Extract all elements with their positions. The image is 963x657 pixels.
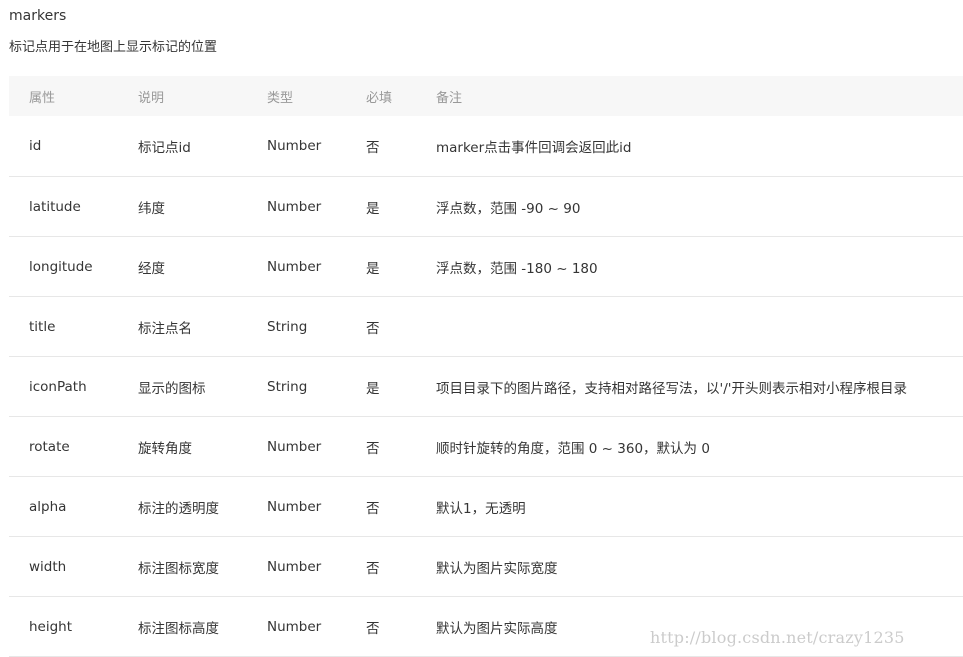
cell-attribute: alpha — [9, 476, 118, 537]
cell-type: String — [247, 296, 346, 357]
section-description: 标记点用于在地图上显示标记的位置 — [9, 40, 218, 55]
cell-required: 否 — [346, 476, 416, 537]
table-row: longitude 经度 Number 是 浮点数，范围 -180 ~ 180 — [9, 236, 963, 297]
cell-type: Number — [247, 116, 346, 177]
cell-description: 标注图标宽度 — [118, 536, 247, 597]
header-required: 必填 — [366, 90, 393, 106]
cell-required: 是 — [346, 236, 416, 297]
cell-description: 标注点名 — [118, 296, 247, 357]
cell-attribute: width — [9, 536, 118, 597]
cell-required: 是 — [346, 176, 416, 237]
table-header-row: 属性 说明 类型 必填 备注 — [9, 76, 963, 116]
table-row: title 标注点名 String 否 — [9, 296, 963, 357]
cell-type: Number — [247, 416, 346, 477]
cell-type: Number — [247, 536, 346, 597]
cell-remarks: 浮点数，范围 -90 ~ 90 — [416, 176, 963, 237]
table-row: width 标注图标宽度 Number 否 默认为图片实际宽度 — [9, 536, 963, 597]
table-row: alpha 标注的透明度 Number 否 默认1，无透明 — [9, 476, 963, 537]
cell-description: 经度 — [118, 236, 247, 297]
cell-attribute: rotate — [9, 416, 118, 477]
cell-attribute: longitude — [9, 236, 118, 297]
cell-attribute: id — [9, 116, 118, 177]
cell-remarks: 默认为图片实际高度 — [416, 596, 963, 657]
cell-remarks: marker点击事件回调会返回此id — [416, 116, 963, 177]
cell-type: String — [247, 356, 346, 417]
cell-attribute: iconPath — [9, 356, 118, 417]
cell-type: Number — [247, 596, 346, 657]
table-row: iconPath 显示的图标 String 是 项目目录下的图片路径，支持相对路… — [9, 356, 963, 417]
cell-remarks: 默认为图片实际宽度 — [416, 536, 963, 597]
cell-description: 旋转角度 — [118, 416, 247, 477]
header-remarks: 备注 — [436, 90, 463, 106]
cell-description: 纬度 — [118, 176, 247, 237]
header-type: 类型 — [267, 90, 294, 106]
watermark: http://blog.csdn.net/crazy1235 — [650, 628, 905, 647]
properties-table: 属性 说明 类型 必填 备注 id 标记点id Number 否 marker点… — [9, 76, 963, 657]
cell-description: 显示的图标 — [118, 356, 247, 417]
cell-required: 是 — [346, 356, 416, 417]
table-row: height 标注图标高度 Number 否 默认为图片实际高度 — [9, 596, 963, 657]
cell-attribute: latitude — [9, 176, 118, 237]
cell-remarks: 顺时针旋转的角度，范围 0 ~ 360，默认为 0 — [416, 416, 963, 477]
cell-remarks: 浮点数，范围 -180 ~ 180 — [416, 236, 963, 297]
cell-description: 标注图标高度 — [118, 596, 247, 657]
cell-required: 否 — [346, 116, 416, 177]
cell-remarks: 默认1，无透明 — [416, 476, 963, 537]
section-title: markers — [9, 8, 67, 24]
cell-attribute: title — [9, 296, 118, 357]
cell-type: Number — [247, 476, 346, 537]
cell-remarks — [416, 296, 963, 357]
cell-description: 标注的透明度 — [118, 476, 247, 537]
header-description: 说明 — [138, 90, 165, 106]
header-attribute: 属性 — [29, 90, 56, 106]
cell-required: 否 — [346, 596, 416, 657]
cell-attribute: height — [9, 596, 118, 657]
table-row: id 标记点id Number 否 marker点击事件回调会返回此id — [9, 116, 963, 177]
table-row: rotate 旋转角度 Number 否 顺时针旋转的角度，范围 0 ~ 360… — [9, 416, 963, 477]
table-row: latitude 纬度 Number 是 浮点数，范围 -90 ~ 90 — [9, 176, 963, 237]
cell-description: 标记点id — [118, 116, 247, 177]
cell-type: Number — [247, 176, 346, 237]
cell-required: 否 — [346, 416, 416, 477]
cell-required: 否 — [346, 296, 416, 357]
cell-required: 否 — [346, 536, 416, 597]
cell-remarks: 项目目录下的图片路径，支持相对路径写法，以'/'开头则表示相对小程序根目录 — [416, 356, 963, 417]
cell-type: Number — [247, 236, 346, 297]
